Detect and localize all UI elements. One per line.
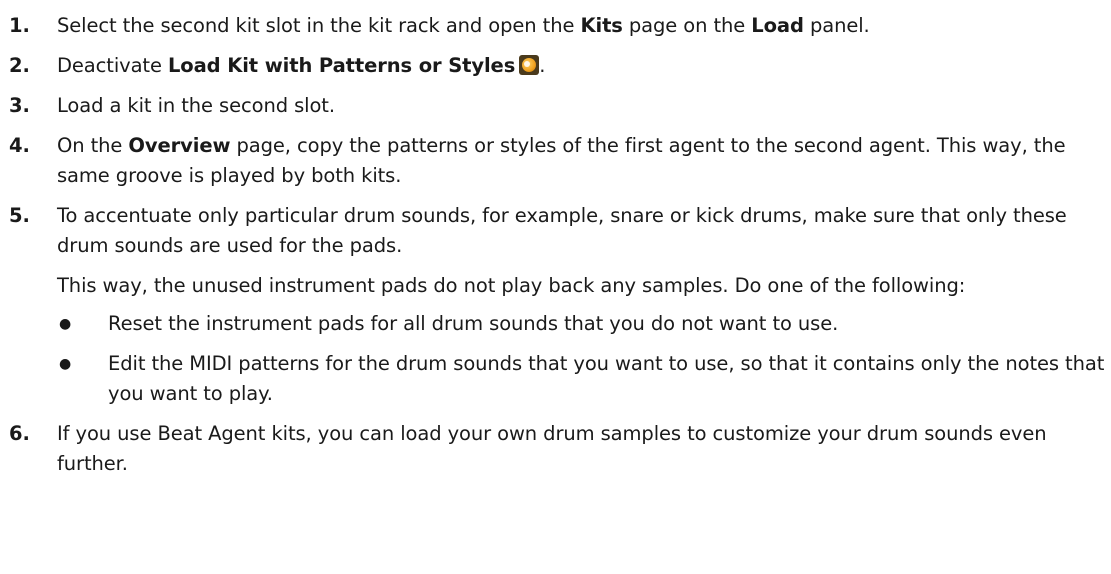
step-text: If you use Beat Agent kits, you can load… — [57, 422, 1047, 475]
step-text: Select the second kit slot in the kit ra… — [57, 14, 870, 37]
bullet-text: Reset the instrument pads for all drum s… — [108, 312, 839, 335]
step-number: 6. — [9, 422, 30, 445]
step-6: 6. If you use Beat Agent kits, you can l… — [0, 419, 1111, 479]
step-number: 4. — [9, 134, 30, 157]
list-item: ● Edit the MIDI patterns for the drum so… — [57, 349, 1111, 409]
ui-term-load: Load — [751, 14, 804, 37]
bullet-list: ● Reset the instrument pads for all drum… — [57, 309, 1111, 409]
list-item: ● Reset the instrument pads for all drum… — [57, 309, 1111, 339]
step-4: 4. On the Overview page, copy the patter… — [0, 131, 1111, 191]
bullet-icon: ● — [59, 316, 72, 332]
step-3: 3. Load a kit in the second slot. — [0, 91, 1111, 121]
ui-term-overview: Overview — [128, 134, 231, 157]
step-text: To accentuate only particular drum sound… — [57, 204, 1067, 257]
step-number: 2. — [9, 54, 30, 77]
step-number: 1. — [9, 14, 30, 37]
step-number: 3. — [9, 94, 30, 117]
step-5: 5. To accentuate only particular drum so… — [0, 201, 1111, 409]
ui-term-kits: Kits — [580, 14, 623, 37]
step-number: 5. — [9, 204, 30, 227]
load-kit-toggle-icon — [519, 55, 540, 75]
step-subparagraph: This way, the unused instrument pads do … — [57, 274, 966, 297]
ui-term-load-kit-with-patterns: Load Kit with Patterns or Styles — [167, 54, 516, 77]
step-list: 1. Select the second kit slot in the kit… — [0, 0, 1111, 479]
bullet-icon: ● — [59, 356, 72, 372]
step-1: 1. Select the second kit slot in the kit… — [0, 11, 1111, 41]
step-2: 2. Deactivate Load Kit with Patterns or … — [0, 51, 1111, 81]
step-text: On the Overview page, copy the patterns … — [57, 134, 1066, 187]
step-text: Deactivate Load Kit with Patterns or Sty… — [57, 54, 546, 77]
step-text: Load a kit in the second slot. — [57, 94, 335, 117]
bullet-text: Edit the MIDI patterns for the drum soun… — [108, 352, 1105, 405]
